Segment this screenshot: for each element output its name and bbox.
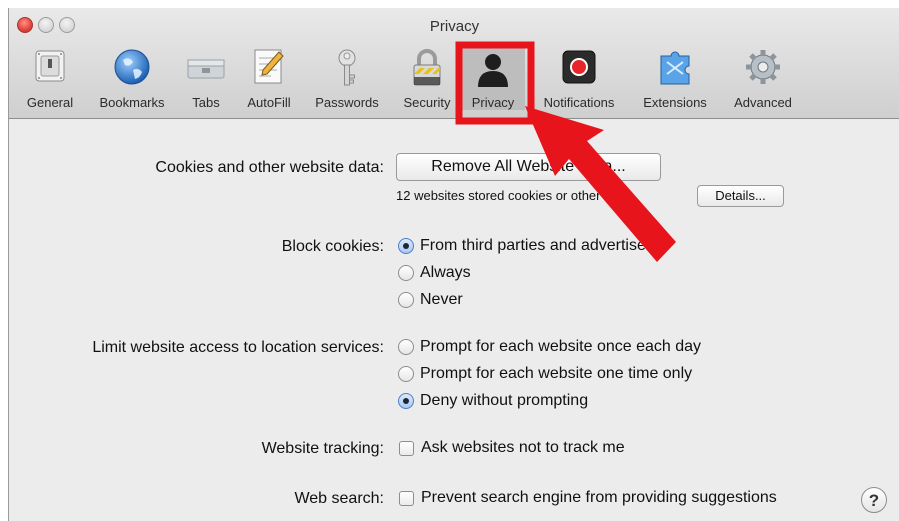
toolbar-tabs[interactable]: Tabs (181, 48, 231, 110)
radio[interactable] (398, 292, 414, 308)
key-icon (338, 49, 356, 86)
help-button[interactable]: ? (861, 487, 887, 513)
window-title: Privacy (429, 18, 480, 35)
block-cookies-never-radio[interactable]: Never (398, 291, 463, 309)
silhouette-icon (478, 54, 508, 87)
toolbar-passwords[interactable]: Passwords (307, 48, 387, 110)
details-button[interactable]: Details... (697, 185, 784, 207)
pencil-form-icon (254, 49, 284, 84)
block-cookies-always-radio[interactable]: Always (398, 264, 471, 282)
cookies-label: Cookies and other website data: (155, 159, 384, 176)
toolbar-general[interactable]: General (19, 48, 81, 110)
toolbar-autofill[interactable]: AutoFill (237, 48, 301, 110)
notification-badge-icon (562, 50, 596, 84)
toolbar-privacy[interactable]: Privacy (461, 44, 525, 110)
remove-all-website-data-button[interactable]: Remove All Website Data... (396, 153, 661, 181)
tabs-icon (187, 59, 225, 79)
puzzle-icon (660, 51, 690, 85)
prevent-suggestions-checkbox[interactable]: Prevent search engine from providing sug… (399, 489, 777, 507)
title-bar: Privacy General Bookmarks Tabs AutoFill … (9, 8, 899, 119)
location-one-time-only-radio[interactable]: Prompt for each website one time only (398, 365, 692, 383)
toolbar-extensions[interactable]: Extensions (635, 48, 715, 110)
privacy-pane: Cookies and other website data: Remove A… (9, 119, 899, 521)
radio-selected[interactable] (398, 238, 414, 254)
globe-icon (114, 49, 150, 85)
block-cookies-third-party-radio[interactable]: From third parties and advertisers (398, 237, 659, 255)
toolbar-advanced[interactable]: Advanced (723, 48, 803, 110)
checkbox[interactable] (399, 440, 414, 456)
radio-selected[interactable] (398, 393, 414, 409)
toolbar-notifications[interactable]: Notifications (531, 48, 627, 110)
website-tracking-label: Website tracking: (261, 440, 384, 457)
toolbar-security[interactable]: Security (395, 48, 459, 110)
do-not-track-checkbox[interactable]: Ask websites not to track me (399, 439, 625, 457)
radio[interactable] (398, 339, 414, 355)
location-once-each-day-radio[interactable]: Prompt for each website once each day (398, 338, 701, 356)
gear-icon (746, 50, 780, 84)
radio[interactable] (398, 265, 414, 281)
lock-icon (413, 49, 441, 86)
block-cookies-label: Block cookies: (281, 238, 384, 255)
checkbox[interactable] (399, 490, 414, 506)
radio[interactable] (398, 366, 414, 382)
general-switch-icon (35, 50, 65, 82)
toolbar-bookmarks[interactable]: Bookmarks (89, 48, 175, 110)
stored-cookies-text: 12 websites stored cookies or other data (396, 188, 630, 203)
location-deny-radio[interactable]: Deny without prompting (398, 392, 588, 410)
web-search-label: Web search: (294, 490, 384, 507)
preferences-window: Privacy General Bookmarks Tabs AutoFill … (8, 8, 899, 521)
location-services-label: Limit website access to location service… (92, 339, 384, 356)
